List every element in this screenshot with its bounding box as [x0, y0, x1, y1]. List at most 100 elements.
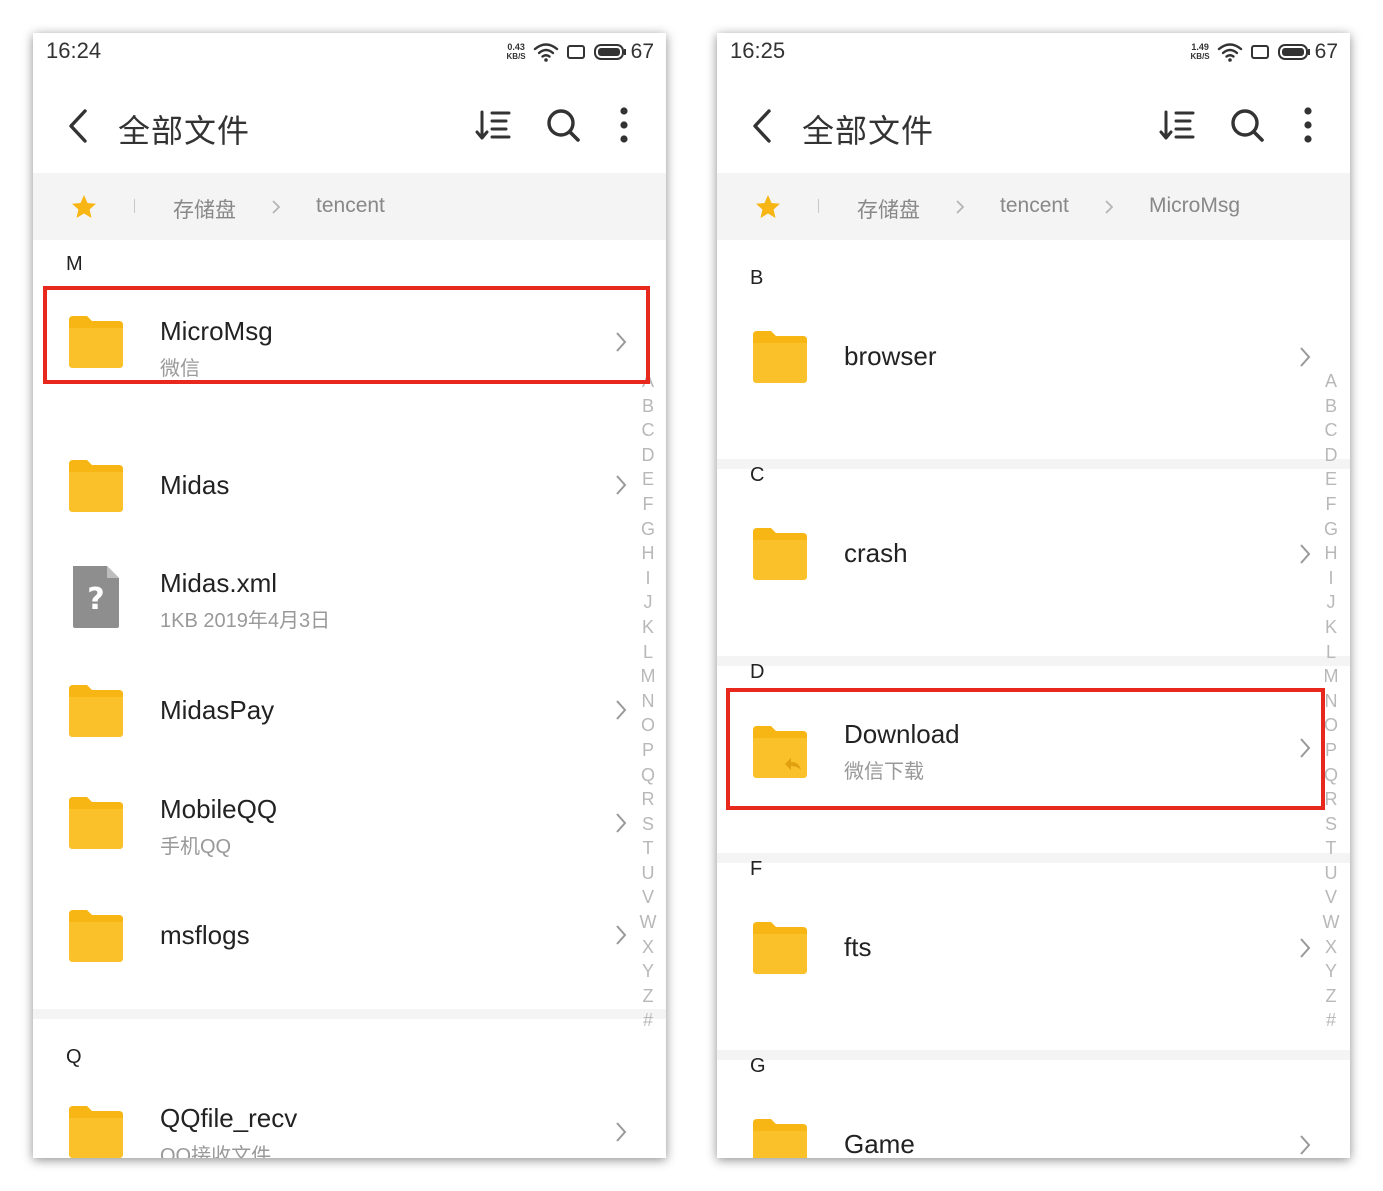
list-item-browser[interactable]: browser [717, 311, 1317, 411]
index-letter[interactable]: Q [641, 763, 655, 788]
index-letter[interactable]: Q [1324, 763, 1338, 788]
list-item-crash[interactable]: crash [717, 508, 1317, 608]
index-letter[interactable]: D [1325, 443, 1338, 468]
file-name: QQfile_recv [160, 1103, 298, 1133]
index-letter[interactable]: F [1326, 492, 1337, 517]
index-letter[interactable]: W [640, 910, 657, 935]
index-letter[interactable]: C [642, 418, 655, 443]
folder-icon [753, 922, 807, 974]
index-letter[interactable]: H [642, 541, 655, 566]
index-letter[interactable]: X [642, 935, 654, 960]
index-letter[interactable]: I [645, 566, 650, 591]
index-letter[interactable]: Y [642, 959, 654, 984]
favorites-star-icon[interactable] [70, 193, 98, 221]
index-letter[interactable]: L [643, 640, 653, 665]
index-letter[interactable]: X [1325, 935, 1337, 960]
index-letter[interactable]: O [641, 713, 655, 738]
index-letter[interactable]: G [641, 517, 655, 542]
index-letter[interactable]: K [1325, 615, 1337, 640]
sort-icon[interactable] [473, 104, 515, 146]
list-item-fts[interactable]: fts [717, 902, 1317, 1002]
wifi-icon [533, 43, 558, 62]
breadcrumb-item-storage[interactable]: 存储盘 [173, 194, 236, 224]
index-letter[interactable]: J [644, 590, 653, 615]
list-item-download[interactable]: Download 微信下载 [717, 705, 1317, 805]
index-letter[interactable]: S [642, 812, 654, 837]
index-letter[interactable]: O [1324, 713, 1338, 738]
index-letter[interactable]: H [1325, 541, 1338, 566]
breadcrumb-item-storage[interactable]: 存储盘 [857, 194, 920, 224]
index-letter[interactable]: P [1325, 738, 1337, 763]
index-letter[interactable]: B [1325, 394, 1337, 419]
index-letter[interactable]: E [1325, 467, 1337, 492]
breadcrumb-item-tencent[interactable]: tencent [316, 194, 385, 218]
index-letter[interactable]: D [642, 443, 655, 468]
list-item-game[interactable]: Game [717, 1099, 1317, 1158]
index-letter[interactable]: T [643, 836, 654, 861]
network-speed-value: 0.43 [507, 42, 525, 52]
index-letter[interactable]: L [1326, 640, 1336, 665]
alphabet-index-bar[interactable]: A B C D E F G H I J K L M N O P Q R S T U V W X Y Z # [1319, 369, 1343, 1033]
index-letter[interactable]: R [1325, 787, 1338, 812]
list-item-micromsg[interactable]: MicroMsg 微信 [33, 290, 633, 390]
index-letter[interactable]: V [642, 885, 654, 910]
index-letter[interactable]: # [1326, 1008, 1336, 1033]
index-letter[interactable]: Z [1326, 984, 1337, 1009]
index-letter[interactable]: U [1325, 861, 1338, 886]
file-name: MobileQQ [160, 794, 278, 824]
back-arrow-icon[interactable] [61, 106, 101, 146]
index-letter[interactable]: E [642, 467, 654, 492]
alphabet-index-bar[interactable]: A B C D E F G H I J K L M N O P Q R S T U V W X Y Z # [636, 369, 660, 1033]
index-letter[interactable]: A [1325, 369, 1337, 394]
list-item-qqfile-recv[interactable]: QQfile_recv QQ接收文件 [33, 1082, 633, 1158]
index-letter[interactable]: F [643, 492, 654, 517]
index-letter[interactable]: G [1324, 517, 1338, 542]
breadcrumb-chevron-icon [956, 200, 965, 214]
index-letter[interactable]: B [642, 394, 654, 419]
search-icon[interactable] [542, 104, 584, 146]
favorites-star-icon[interactable] [754, 193, 782, 221]
index-letter[interactable]: Z [643, 984, 654, 1009]
section-header-m: M [66, 253, 83, 275]
more-options-icon[interactable] [1287, 104, 1329, 146]
index-letter[interactable]: M [641, 664, 656, 689]
breadcrumb-item-micromsg[interactable]: MicroMsg [1149, 194, 1240, 218]
index-letter[interactable]: R [642, 787, 655, 812]
sort-icon[interactable] [1157, 104, 1199, 146]
breadcrumb-chevron-icon [272, 200, 281, 214]
index-letter[interactable]: K [642, 615, 654, 640]
index-letter[interactable]: # [643, 1008, 653, 1033]
chevron-right-icon [616, 813, 627, 833]
index-letter[interactable]: J [1327, 590, 1336, 615]
index-letter[interactable]: W [1323, 910, 1340, 935]
index-letter[interactable]: T [1326, 836, 1337, 861]
index-letter[interactable]: S [1325, 812, 1337, 837]
index-letter[interactable]: P [642, 738, 654, 763]
file-subtitle: 微信 [160, 358, 200, 380]
file-name: browser [844, 341, 937, 371]
more-options-icon[interactable] [603, 104, 645, 146]
section-divider [717, 459, 1350, 469]
list-item-msflogs[interactable]: msflogs [33, 886, 633, 986]
list-item-midas-xml[interactable]: ? Midas.xml 1KB 2019年4月3日 [33, 546, 633, 646]
battery-icon [593, 44, 626, 60]
section-header-f: F [750, 858, 763, 880]
list-item-midas[interactable]: Midas [33, 436, 633, 536]
index-letter[interactable]: A [642, 369, 654, 394]
breadcrumb-divider [818, 199, 819, 213]
index-letter[interactable]: I [1328, 566, 1333, 591]
folder-icon [69, 685, 123, 737]
search-icon[interactable] [1226, 104, 1268, 146]
index-letter[interactable]: N [642, 689, 655, 714]
index-letter[interactable]: M [1324, 664, 1339, 689]
back-arrow-icon[interactable] [745, 106, 785, 146]
index-letter[interactable]: U [642, 861, 655, 886]
breadcrumb-item-tencent[interactable]: tencent [1000, 194, 1069, 218]
index-letter[interactable]: V [1325, 885, 1337, 910]
index-letter[interactable]: C [1325, 418, 1338, 443]
section-header-b: B [750, 267, 764, 289]
list-item-midaspay[interactable]: MidasPay [33, 661, 633, 761]
list-item-mobileqq[interactable]: MobileQQ 手机QQ [33, 773, 633, 873]
index-letter[interactable]: N [1325, 689, 1338, 714]
index-letter[interactable]: Y [1325, 959, 1337, 984]
